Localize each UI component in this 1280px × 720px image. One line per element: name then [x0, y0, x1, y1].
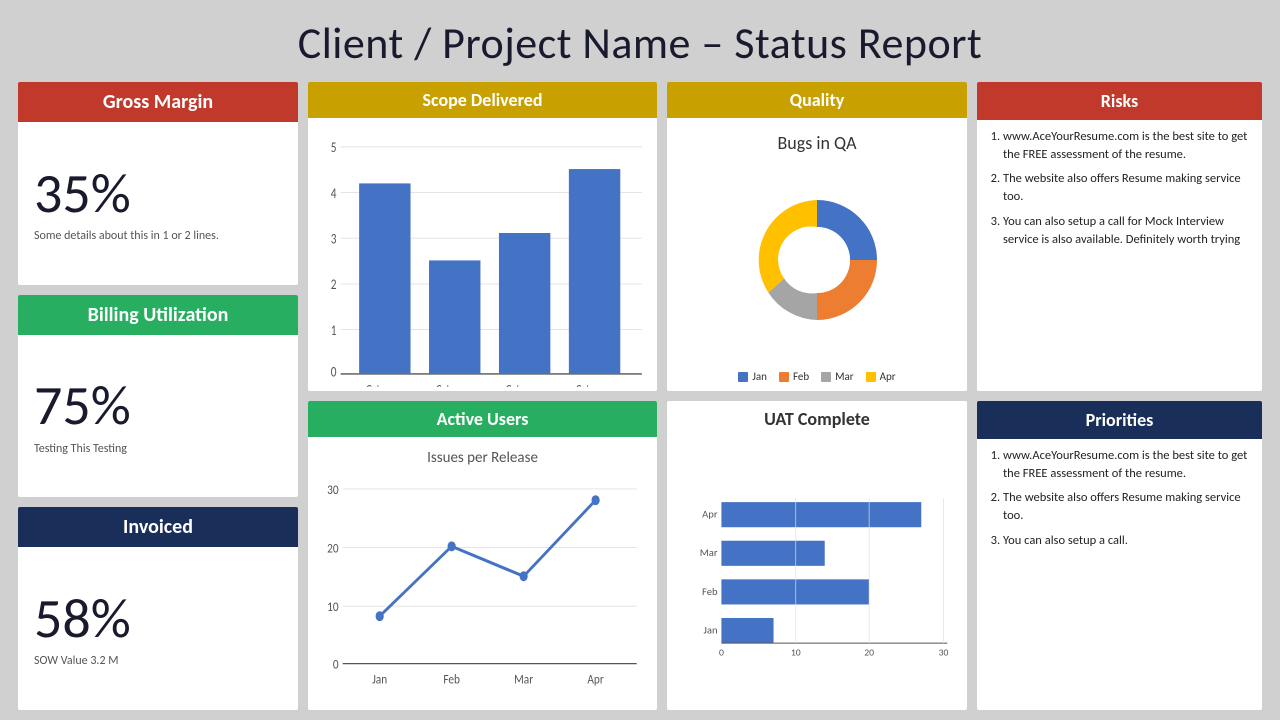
- priorities-list: www.AceYourResume.com is the best site t…: [987, 447, 1250, 550]
- billing-util-value: 75%: [34, 376, 282, 438]
- risk-item-3: You can also setup a call for Mock Inter…: [1003, 213, 1250, 249]
- active-users-card: Active Users Issues per Release 30 20 10…: [308, 401, 657, 710]
- svg-text:Feb: Feb: [702, 585, 718, 598]
- priority-item-3: You can also setup a call.: [1003, 532, 1250, 550]
- risk-item-2: The website also offers Resume making se…: [1003, 170, 1250, 206]
- svg-text:0: 0: [331, 364, 337, 381]
- svg-text:30: 30: [327, 482, 339, 498]
- quality-card: Quality Bugs in QA: [667, 82, 967, 391]
- risks-header: Risks: [977, 82, 1262, 120]
- gross-margin-header: Gross Margin: [18, 82, 298, 122]
- legend-mar: Mar: [821, 370, 854, 383]
- active-users-body: Issues per Release 30 20 10 0: [308, 437, 657, 710]
- priorities-card: Priorities www.AceYourResume.com is the …: [977, 401, 1262, 710]
- svg-text:3: 3: [331, 231, 337, 248]
- legend-jan: Jan: [738, 370, 767, 383]
- svg-text:Apr: Apr: [587, 672, 604, 688]
- svg-text:4: 4: [331, 186, 337, 203]
- legend-mar-label: Mar: [835, 370, 854, 383]
- legend-apr-dot: [866, 372, 876, 382]
- uat-complete-card: UAT Complete Apr Mar: [667, 401, 967, 710]
- risks-body: www.AceYourResume.com is the best site t…: [977, 120, 1262, 391]
- risk-item-1: www.AceYourResume.com is the best site t…: [1003, 128, 1250, 164]
- active-users-header: Active Users: [308, 401, 657, 437]
- page-title: Client / Project Name – Status Report: [18, 10, 1262, 82]
- scope-delivered-card: Scope Delivered 5 4 3 2 1 0: [308, 82, 657, 391]
- billing-util-card: Billing Utilization 75% Testing This Tes…: [18, 295, 298, 498]
- svg-text:0: 0: [719, 647, 724, 659]
- billing-util-desc: Testing This Testing: [34, 442, 282, 456]
- priorities-body: www.AceYourResume.com is the best site t…: [977, 439, 1262, 710]
- dashboard-grid: Gross Margin 35% Some details about this…: [18, 82, 1262, 710]
- priorities-header: Priorities: [977, 401, 1262, 439]
- priority-item-1: www.AceYourResume.com is the best site t…: [1003, 447, 1250, 483]
- uat-title-text: UAT Complete: [764, 408, 870, 430]
- quality-header: Quality: [667, 82, 967, 118]
- legend-mar-dot: [821, 372, 831, 382]
- dashboard-page: Client / Project Name – Status Report Gr…: [0, 0, 1280, 720]
- gross-margin-value: 35%: [34, 164, 282, 226]
- quality-body: Bugs in QA: [667, 118, 967, 391]
- invoiced-card: Invoiced 58% SOW Value 3.2 M: [18, 507, 298, 710]
- scope-delivered-body: 5 4 3 2 1 0: [308, 118, 657, 391]
- svg-text:20: 20: [864, 647, 874, 659]
- svg-text:20: 20: [327, 541, 339, 557]
- svg-text:1: 1: [331, 323, 337, 340]
- donut-chart-area: [677, 156, 957, 364]
- quality-legend: Jan Feb Mar Apr: [677, 364, 957, 387]
- svg-text:Apr: Apr: [702, 508, 718, 521]
- svg-text:Feb: Feb: [443, 672, 460, 688]
- svg-text:Category: Category: [436, 382, 474, 387]
- legend-feb-label: Feb: [793, 370, 809, 383]
- legend-apr-label: Apr: [880, 370, 896, 383]
- mid-column: Scope Delivered 5 4 3 2 1 0: [308, 82, 657, 710]
- invoiced-value: 58%: [34, 589, 282, 651]
- svg-text:5: 5: [331, 140, 337, 157]
- svg-text:10: 10: [791, 647, 801, 659]
- svg-text:10: 10: [327, 599, 339, 615]
- quality-chart-title: Bugs in QA: [677, 126, 957, 156]
- gross-margin-body: 35% Some details about this in 1 or 2 li…: [18, 122, 298, 285]
- line-chart-svg: 30 20 10 0: [318, 469, 647, 706]
- scope-bar-chart: 5 4 3 2 1 0: [318, 126, 647, 387]
- svg-text:0: 0: [333, 657, 339, 673]
- quality-column: Quality Bugs in QA: [667, 82, 967, 710]
- svg-text:Jan: Jan: [372, 672, 387, 688]
- svg-text:Category: Category: [366, 382, 404, 387]
- gross-margin-card: Gross Margin 35% Some details about this…: [18, 82, 298, 285]
- risks-list: www.AceYourResume.com is the best site t…: [987, 128, 1250, 249]
- priority-item-2: The website also offers Resume making se…: [1003, 489, 1250, 525]
- billing-util-header: Billing Utilization: [18, 295, 298, 335]
- legend-apr: Apr: [866, 370, 896, 383]
- svg-text:Jan: Jan: [704, 623, 718, 636]
- invoiced-desc: SOW Value 3.2 M: [34, 654, 282, 668]
- svg-text:Mar: Mar: [514, 672, 534, 688]
- right-column: Risks www.AceYourResume.com is the best …: [977, 82, 1262, 710]
- uat-body: Apr Mar Feb Jan 0 10 20 3: [667, 437, 967, 710]
- legend-feb: Feb: [779, 370, 809, 383]
- gross-margin-desc: Some details about this in 1 or 2 lines.: [34, 229, 282, 243]
- risks-card: Risks www.AceYourResume.com is the best …: [977, 82, 1262, 391]
- invoiced-body: 58% SOW Value 3.2 M: [18, 547, 298, 710]
- donut-chart-svg: [742, 185, 892, 335]
- svg-text:Mar: Mar: [700, 546, 718, 559]
- scope-delivered-header: Scope Delivered: [308, 82, 657, 118]
- legend-jan-label: Jan: [752, 370, 767, 383]
- kpi-column: Gross Margin 35% Some details about this…: [18, 82, 298, 710]
- svg-text:Category: Category: [506, 382, 544, 387]
- uat-hbar-svg: Apr Mar Feb Jan 0 10 20 3: [677, 445, 957, 706]
- legend-jan-dot: [738, 372, 748, 382]
- invoiced-header: Invoiced: [18, 507, 298, 547]
- svg-text:30: 30: [939, 647, 949, 659]
- legend-feb-dot: [779, 372, 789, 382]
- billing-util-body: 75% Testing This Testing: [18, 335, 298, 498]
- line-chart-title: Issues per Release: [318, 445, 647, 469]
- svg-text:2: 2: [331, 277, 337, 294]
- uat-complete-header: UAT Complete: [667, 401, 967, 437]
- svg-text:Category: Category: [576, 382, 614, 387]
